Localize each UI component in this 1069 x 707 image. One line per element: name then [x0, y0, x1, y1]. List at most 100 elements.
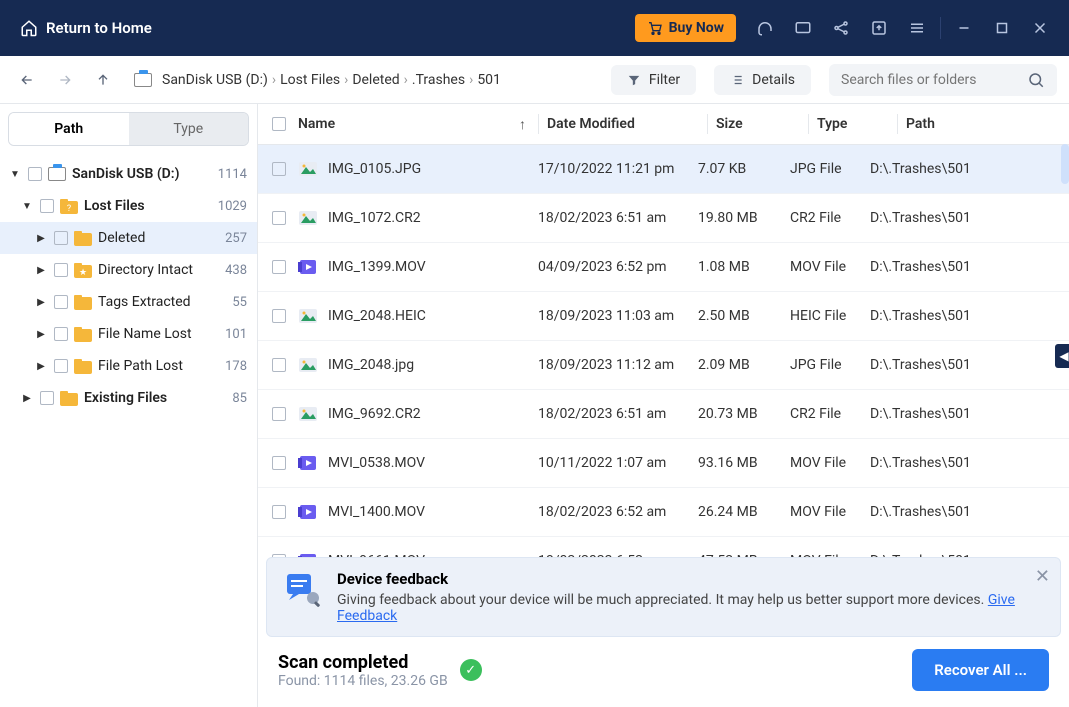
- tree-existing-files[interactable]: ▶ Existing Files85: [0, 382, 257, 414]
- menu-icon[interactable]: [898, 9, 936, 47]
- file-size: 2.09 MB: [698, 357, 790, 373]
- breadcrumb-item[interactable]: Deleted: [352, 72, 399, 88]
- table-row[interactable]: MVI_1400.MOV18/02/2023 6:52 am26.24 MBMO…: [258, 488, 1069, 537]
- file-thumb-icon: [298, 404, 318, 424]
- file-thumb-icon: [298, 453, 318, 473]
- folder-icon: ★: [74, 263, 92, 278]
- col-date[interactable]: Date Modified: [547, 116, 707, 132]
- col-size[interactable]: Size: [716, 116, 808, 132]
- return-home-button[interactable]: Return to Home: [10, 13, 162, 43]
- details-button[interactable]: Details: [714, 65, 811, 95]
- update-icon[interactable]: [860, 9, 898, 47]
- file-name: IMG_9692.CR2: [328, 406, 421, 422]
- table-row[interactable]: MVI_9661.MOV18/02/2023 6:52 am47.52 MBMO…: [258, 537, 1069, 557]
- table-row[interactable]: IMG_1072.CR218/02/2023 6:51 am19.80 MBCR…: [258, 194, 1069, 243]
- feedback-icon: [283, 570, 323, 610]
- search-icon: [1027, 71, 1045, 89]
- return-home-label: Return to Home: [46, 19, 152, 37]
- tree-file-name-lost[interactable]: ▶ File Name Lost101: [0, 318, 257, 350]
- breadcrumb-item[interactable]: SanDisk USB (D:): [162, 72, 268, 88]
- row-checkbox[interactable]: [272, 407, 286, 421]
- nav-forward-button[interactable]: [50, 65, 80, 95]
- row-checkbox[interactable]: [272, 456, 286, 470]
- select-all-checkbox[interactable]: [272, 117, 286, 131]
- close-button[interactable]: [1021, 9, 1059, 47]
- row-checkbox[interactable]: [272, 505, 286, 519]
- table-row[interactable]: IMG_0105.JPG17/10/2022 11:21 pm7.07 KBJP…: [258, 145, 1069, 194]
- tree-file-path-lost[interactable]: ▶ File Path Lost178: [0, 350, 257, 382]
- tab-path[interactable]: Path: [9, 113, 129, 145]
- file-path: D:\.Trashes\501: [870, 504, 1055, 520]
- file-type: JPG File: [790, 161, 870, 177]
- file-size: 2.50 MB: [698, 308, 790, 324]
- folder-icon: [60, 391, 78, 406]
- file-name: IMG_1399.MOV: [328, 259, 426, 275]
- file-path: D:\.Trashes\501: [870, 357, 1055, 373]
- col-type[interactable]: Type: [817, 116, 897, 132]
- table-row[interactable]: IMG_9692.CR218/02/2023 6:51 am20.73 MBCR…: [258, 390, 1069, 439]
- folder-icon: [74, 231, 92, 246]
- file-size: 1.08 MB: [698, 259, 790, 275]
- list-icon: [730, 73, 744, 87]
- share-icon[interactable]: [822, 9, 860, 47]
- table-row[interactable]: IMG_1399.MOV04/09/2023 6:52 pm1.08 MBMOV…: [258, 243, 1069, 292]
- file-path: D:\.Trashes\501: [870, 259, 1055, 275]
- nav-back-button[interactable]: [12, 65, 42, 95]
- file-name: IMG_2048.jpg: [328, 357, 414, 373]
- col-name[interactable]: Name: [298, 116, 335, 132]
- tree-tags-extracted[interactable]: ▶ Tags Extracted55: [0, 286, 257, 318]
- folder-icon: [74, 327, 92, 342]
- scan-status-subtitle: Found: 1114 files, 23.26 GB: [278, 673, 448, 689]
- file-size: 26.24 MB: [698, 504, 790, 520]
- row-checkbox[interactable]: [272, 211, 286, 225]
- row-checkbox[interactable]: [272, 309, 286, 323]
- file-type: MOV File: [790, 259, 870, 275]
- file-name: MVI_1400.MOV: [328, 504, 425, 520]
- table-row[interactable]: MVI_0538.MOV10/11/2022 1:07 am93.16 MBMO…: [258, 439, 1069, 488]
- scrollbar-thumb[interactable]: [1061, 144, 1069, 184]
- file-size: 20.73 MB: [698, 406, 790, 422]
- filter-icon: [627, 73, 641, 87]
- sort-arrow-icon[interactable]: ↑: [519, 116, 526, 133]
- search-input-wrap[interactable]: [829, 64, 1057, 96]
- row-checkbox[interactable]: [272, 162, 286, 176]
- file-name: IMG_0105.JPG: [328, 161, 421, 177]
- tree-directory-intact[interactable]: ▶ ★ Directory Intact438: [0, 254, 257, 286]
- folder-icon: ?: [60, 199, 78, 214]
- feedback-banner: Device feedback Giving feedback about yo…: [266, 557, 1061, 637]
- maximize-button[interactable]: [983, 9, 1021, 47]
- nav-up-button[interactable]: [88, 65, 118, 95]
- file-size: 7.07 KB: [698, 161, 790, 177]
- row-checkbox[interactable]: [272, 358, 286, 372]
- tab-type[interactable]: Type: [129, 113, 249, 145]
- buy-now-button[interactable]: Buy Now: [635, 14, 736, 42]
- file-thumb-icon: [298, 355, 318, 375]
- breadcrumb-item[interactable]: .Trashes: [412, 72, 465, 88]
- headset-icon[interactable]: [746, 9, 784, 47]
- minimize-button[interactable]: [945, 9, 983, 47]
- table-row[interactable]: IMG_2048.jpg18/09/2023 11:12 am2.09 MBJP…: [258, 341, 1069, 390]
- buy-label: Buy Now: [669, 20, 724, 36]
- preview-toggle[interactable]: ◀: [1055, 344, 1069, 368]
- recover-all-button[interactable]: Recover All ...: [912, 649, 1049, 691]
- file-path: D:\.Trashes\501: [870, 210, 1055, 226]
- tree-deleted[interactable]: ▶ Deleted257: [0, 222, 257, 254]
- search-input[interactable]: [841, 72, 1019, 88]
- breadcrumb-item[interactable]: 501: [477, 72, 501, 88]
- filter-button[interactable]: Filter: [611, 65, 696, 95]
- file-date: 18/02/2023 6:52 am: [538, 504, 698, 520]
- file-date: 18/02/2023 6:51 am: [538, 406, 698, 422]
- col-path[interactable]: Path: [906, 116, 1055, 132]
- row-checkbox[interactable]: [272, 260, 286, 274]
- table-row[interactable]: IMG_2048.HEIC18/09/2023 11:03 am2.50 MBH…: [258, 292, 1069, 341]
- tree-lost-files[interactable]: ▼ ? Lost Files1029: [0, 190, 257, 222]
- check-icon: ✓: [460, 659, 482, 681]
- file-path: D:\.Trashes\501: [870, 455, 1055, 471]
- svg-text:★: ★: [79, 268, 87, 278]
- tree-root[interactable]: ▼ SanDisk USB (D:)1114: [0, 158, 257, 190]
- file-date: 18/09/2023 11:03 am: [538, 308, 698, 324]
- scan-status-title: Scan completed: [278, 652, 448, 673]
- banner-close-button[interactable]: ✕: [1035, 566, 1050, 587]
- chat-icon[interactable]: [784, 9, 822, 47]
- breadcrumb-item[interactable]: Lost Files: [280, 72, 340, 88]
